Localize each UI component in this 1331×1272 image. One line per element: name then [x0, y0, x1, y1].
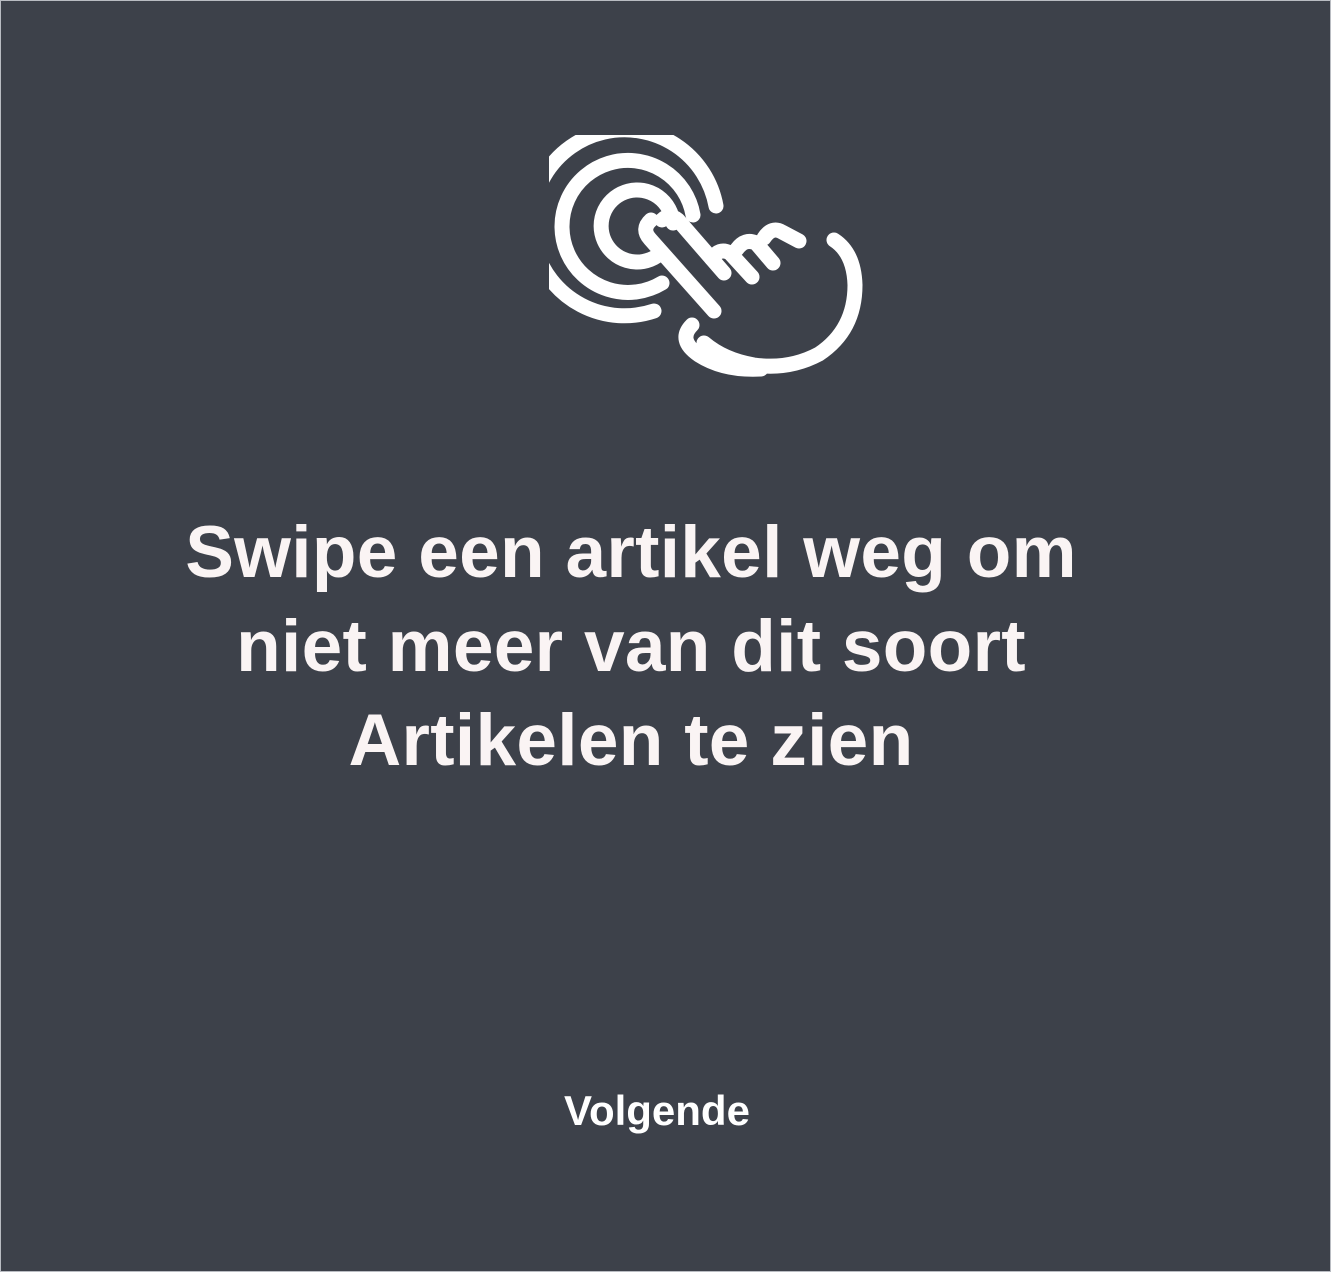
hint-message-line: Artikelen te zien: [348, 700, 914, 781]
hint-message-line: Swipe een artikel weg om: [185, 512, 1077, 593]
onboarding-hint-screen: Swipe een artikel weg om niet meer van d…: [0, 0, 1331, 1272]
next-button[interactable]: Volgende: [501, 1079, 813, 1143]
hint-message-line: niet meer van dit soort: [236, 606, 1026, 687]
tap-gesture-icon: [549, 135, 877, 385]
hint-message: Swipe een artikel weg om niet meer van d…: [41, 506, 1221, 788]
